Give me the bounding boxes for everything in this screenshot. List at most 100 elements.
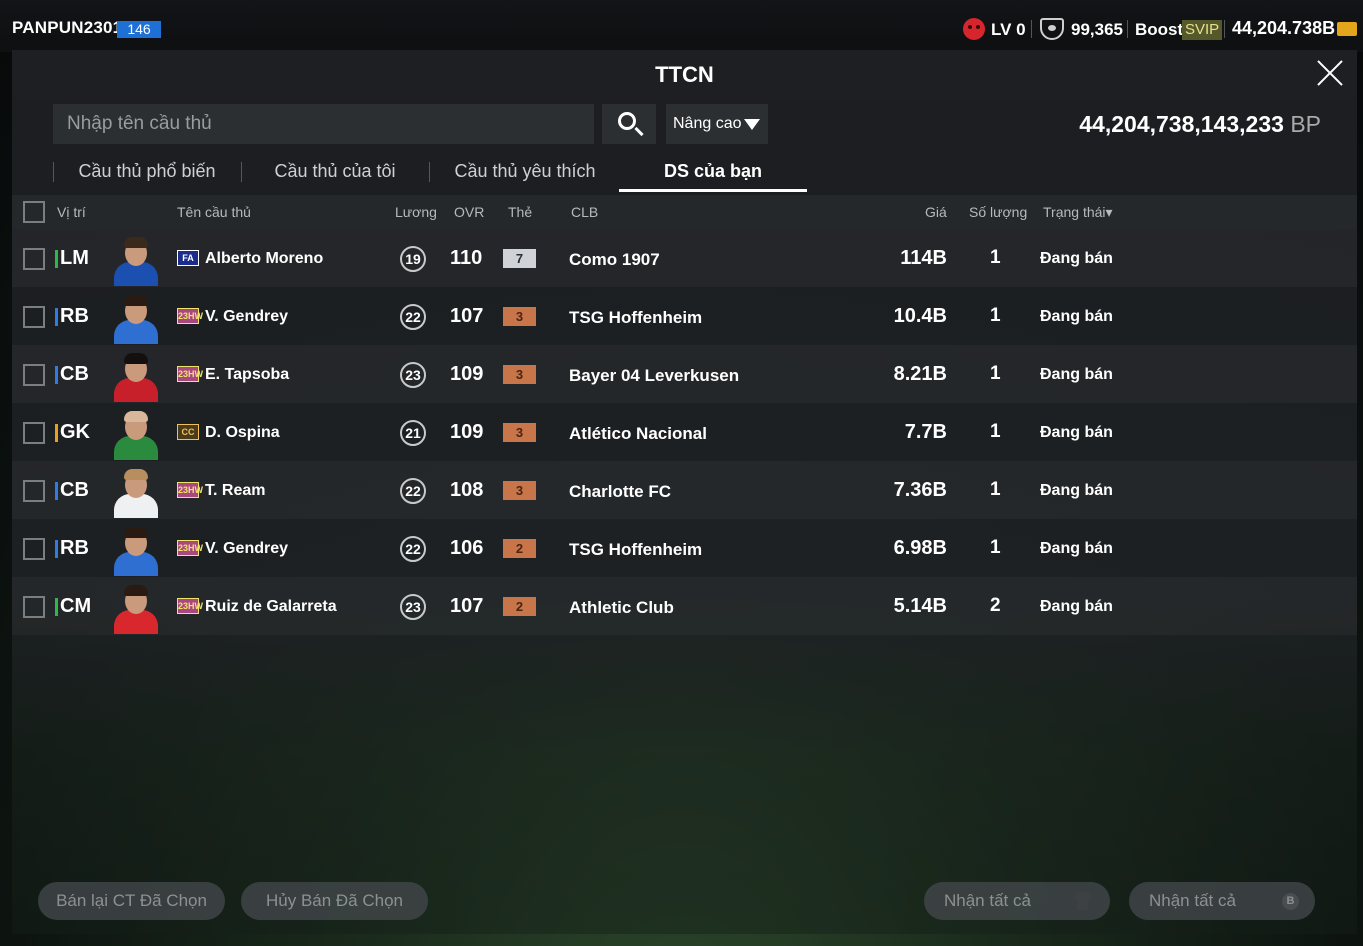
listing-quantity: 1	[990, 247, 1001, 268]
listing-price: 10.4B	[893, 305, 947, 327]
position-color-bar	[55, 250, 58, 268]
tab-favorite-players[interactable]: Cầu thủ yêu thích	[437, 156, 613, 192]
table-row[interactable]: CB 23HW T. Ream 22 108 3 Charlotte FC 7.36B 1 Đan…	[12, 461, 1357, 519]
table-row[interactable]: RB 23HW V. Gendrey 22 107 3 TSG Hoffenheim 10.4…	[12, 287, 1357, 345]
panel-title: TTCN	[655, 62, 714, 87]
divider	[1224, 20, 1225, 38]
search-button[interactable]	[602, 104, 656, 144]
row-checkbox[interactable]	[23, 306, 45, 328]
divider	[429, 162, 430, 182]
bp-total: 44,204,738,143,233 BP	[1079, 111, 1321, 138]
row-checkbox[interactable]	[23, 248, 45, 270]
bp-total-value: 44,204,738,143,233	[1079, 111, 1284, 137]
wage-badge: 23	[400, 594, 426, 620]
listing-quantity: 2	[990, 595, 1001, 616]
player-hair	[124, 295, 148, 306]
col-ovr: OVR	[454, 204, 485, 220]
season-badge-icon: 23HW	[177, 308, 203, 324]
player-avatar	[109, 292, 163, 344]
listing-quantity: 1	[990, 479, 1001, 500]
claim-all-items-button[interactable]: Nhận tất cả	[924, 882, 1110, 920]
player-name[interactable]: T. Ream	[205, 482, 265, 500]
player-name[interactable]: Ruiz de Galarreta	[205, 598, 337, 616]
player-name[interactable]: D. Ospina	[205, 424, 280, 442]
player-avatar	[109, 408, 163, 460]
player-hair	[124, 237, 148, 248]
season-badge-icon: 23HW	[177, 482, 203, 498]
player-position: GK	[60, 421, 90, 443]
player-name[interactable]: Alberto Moreno	[205, 250, 323, 268]
tab-my-players[interactable]: Cầu thủ của tôi	[249, 156, 421, 192]
row-checkbox[interactable]	[23, 538, 45, 560]
col-wage: Lương	[395, 204, 437, 220]
row-checkbox[interactable]	[23, 596, 45, 618]
resell-selected-button[interactable]: Bán lại CT Đã Chọn	[38, 882, 225, 920]
season-badge-icon: CC	[177, 424, 199, 440]
col-club: CLB	[571, 204, 599, 220]
player-ovr: 109	[450, 363, 484, 385]
player-name[interactable]: E. Tapsoba	[205, 366, 289, 384]
player-position: CB	[60, 479, 89, 501]
advanced-filter-button[interactable]: Nâng cao	[666, 104, 768, 144]
wage-badge: 21	[400, 420, 426, 446]
cancel-selected-button[interactable]: Hủy Bán Đã Chọn	[241, 882, 428, 920]
listing-price: 7.7B	[904, 421, 947, 443]
card-level-badge: 3	[503, 423, 536, 442]
player-club: Charlotte FC	[569, 482, 671, 501]
player-avatar	[109, 350, 163, 402]
player-position: CM	[60, 595, 92, 617]
claim-all-bp-button[interactable]: Nhận tất cả B	[1129, 882, 1315, 920]
search-input[interactable]	[53, 104, 594, 144]
player-hair	[124, 585, 148, 596]
card-level-badge: 3	[503, 481, 536, 500]
lv-text: LV 0	[991, 20, 1026, 39]
player-ovr: 107	[450, 595, 484, 617]
player-name[interactable]: V. Gendrey	[205, 308, 288, 326]
col-status[interactable]: Trạng thái▾	[1043, 204, 1113, 221]
player-avatar	[109, 582, 163, 634]
season-badge-icon: 23HW	[177, 366, 203, 382]
table-row[interactable]: GK CC D. Ospina 21 109 3 Atlético Nacional 7.7B…	[12, 403, 1357, 461]
select-all-checkbox[interactable]	[23, 201, 45, 223]
listing-price: 5.14B	[893, 595, 947, 617]
divider	[1127, 20, 1128, 38]
table-row[interactable]: RB 23HW V. Gendrey 22 106 2 TSG Hoffenheim 6.98…	[12, 519, 1357, 577]
divider	[53, 162, 54, 182]
player-hair	[124, 469, 148, 480]
wage-badge: 22	[400, 478, 426, 504]
table-row[interactable]: LM FA Alberto Moreno 19 110 7 Como 1907 114B 1 Đa…	[12, 229, 1357, 287]
col-quantity: Số lượng	[969, 204, 1028, 220]
wage-badge: 22	[400, 304, 426, 330]
row-checkbox[interactable]	[23, 364, 45, 386]
table-row[interactable]: CB 23HW E. Tapsoba 23 109 3 Bayer 04 Leverkuse…	[12, 345, 1357, 403]
player-name[interactable]: V. Gendrey	[205, 540, 288, 558]
player-position: RB	[60, 537, 89, 559]
panel-header: TTCN	[12, 50, 1357, 98]
divider	[1031, 20, 1032, 38]
position-color-bar	[55, 598, 58, 616]
advanced-filter-label: Nâng cao	[673, 115, 742, 132]
listing-price: 7.36B	[893, 479, 947, 501]
player-ovr: 110	[450, 247, 483, 269]
table-row[interactable]: CM 23HW Ruiz de Galarreta 23 107 2 Athletic Cl…	[12, 577, 1357, 635]
tab-your-listings[interactable]: DS của bạn	[619, 156, 807, 192]
close-icon[interactable]	[1315, 58, 1345, 88]
boost-label[interactable]: Boost	[1135, 20, 1183, 40]
row-checkbox[interactable]	[23, 480, 45, 502]
player-avatar	[109, 466, 163, 518]
card-level-badge: 7	[503, 249, 536, 268]
player-club: Como 1907	[569, 250, 660, 269]
row-checkbox[interactable]	[23, 422, 45, 444]
player-club: Atlético Nacional	[569, 424, 707, 443]
player-hair	[124, 527, 148, 538]
claim-all-bp-label: Nhận tất cả	[1149, 891, 1236, 910]
player-hair	[124, 353, 148, 364]
level-badge: 146	[117, 21, 161, 38]
listing-status: Đang bán	[1040, 424, 1113, 441]
svip-badge: SVIP	[1182, 20, 1223, 40]
tab-popular-players[interactable]: Cầu thủ phổ biến	[61, 156, 233, 192]
position-color-bar	[55, 482, 58, 500]
season-badge-icon: FA	[177, 250, 199, 266]
card-level-badge: 2	[503, 539, 536, 558]
table-header: Vị trí Tên cầu thủ Lương OVR Thẻ CLB Giá…	[12, 195, 1357, 229]
